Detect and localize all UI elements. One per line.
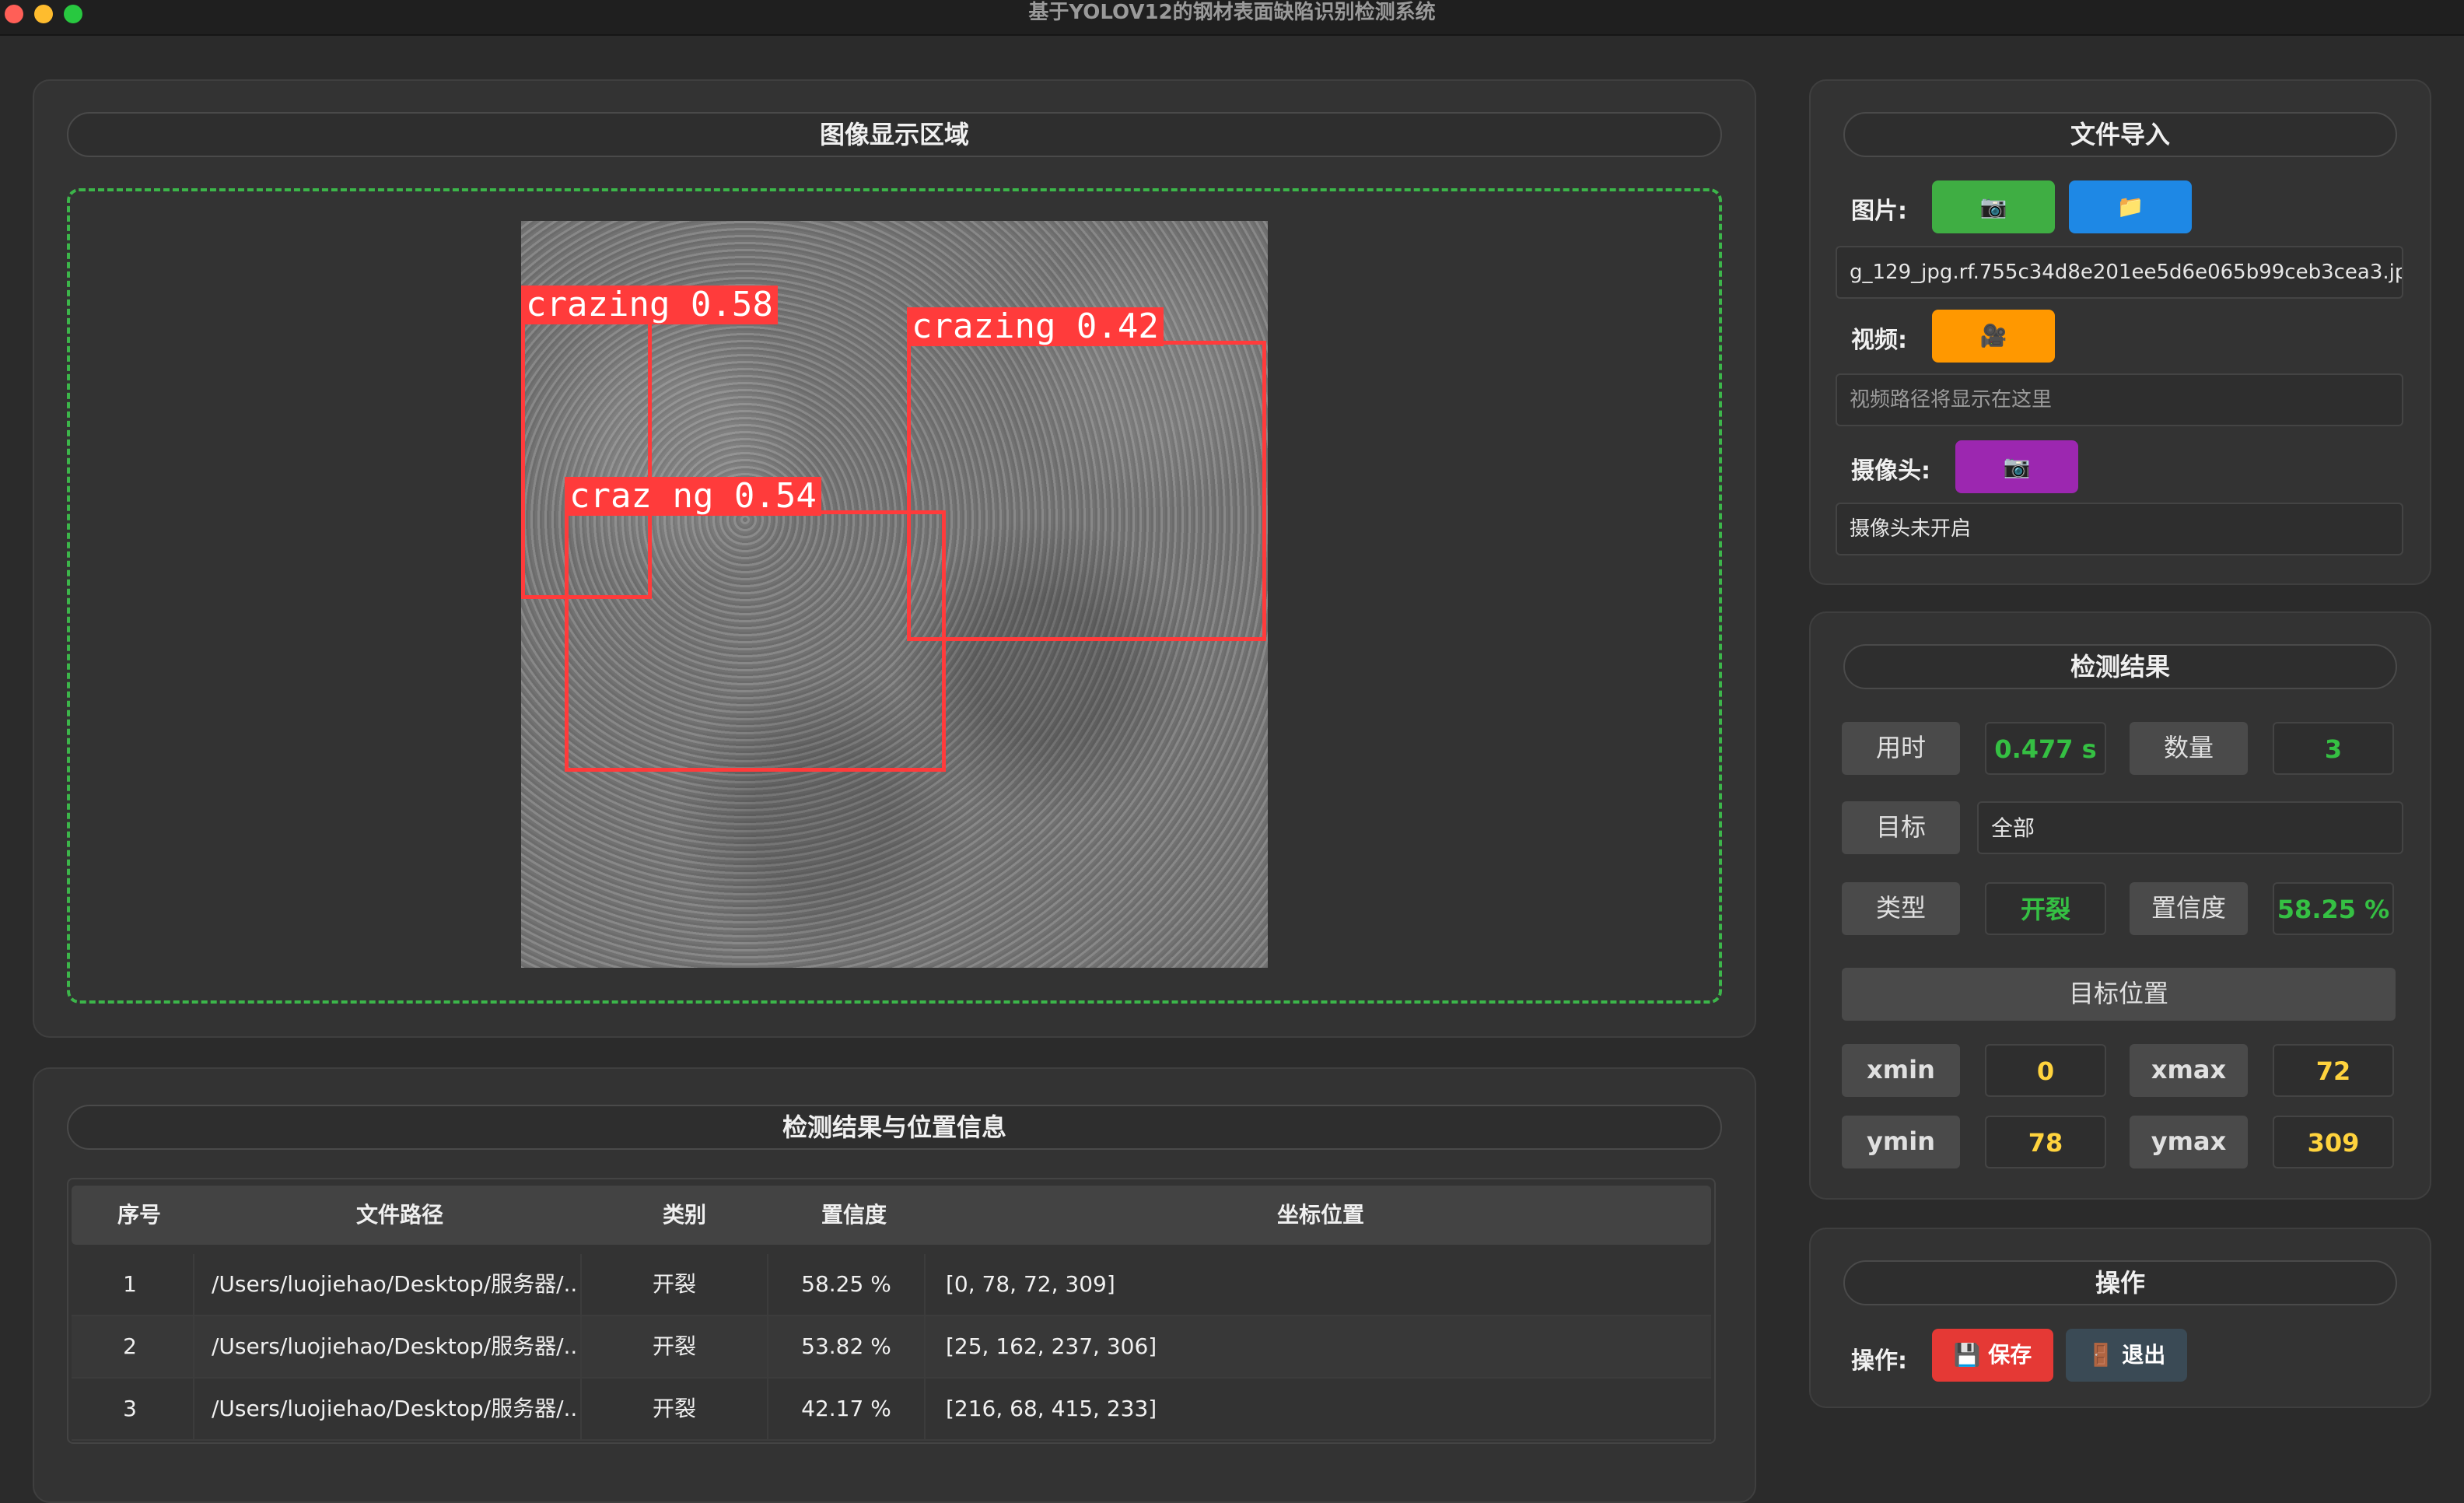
camera-button[interactable]: 📷 (1955, 440, 2078, 493)
cell-coords: [25, 162, 237, 306] (946, 1333, 1157, 1359)
confidence-value: 58.25 % (2273, 882, 2394, 935)
file-import-header: 文件导入 (1843, 112, 2397, 157)
cell-category: 开裂 (652, 1396, 696, 1421)
xmax-label: xmax (2130, 1044, 2248, 1097)
results-table: 序号 文件路径 类别 置信度 坐标位置 1 /Users/luojiehao/D… (67, 1178, 1716, 1444)
cell-coords: [0, 78, 72, 309] (946, 1271, 1115, 1297)
webcam-icon: 📷 (2003, 454, 2031, 479)
image-path-field[interactable]: g_129_jpg.rf.755c34d8e201ee5d6e065b99ceb… (1836, 246, 2403, 299)
column-header-confidence[interactable]: 置信度 (776, 1186, 932, 1245)
table-row[interactable]: 1 /Users/luojiehao/Desktop/服务器/... 开裂 58… (72, 1254, 1711, 1316)
results-header: 检测结果 (1843, 644, 2397, 689)
exit-button[interactable]: 🚪 退出 (2066, 1329, 2187, 1382)
xmin-value: 0 (1985, 1044, 2106, 1097)
time-value: 0.477 s (1985, 722, 2106, 775)
video-camera-icon: 🎥 (1979, 323, 2007, 349)
video-button[interactable]: 🎥 (1932, 310, 2055, 363)
image-label: 图片: (1851, 198, 1907, 225)
detection-box-label: crazing 0.42 (907, 307, 1164, 346)
target-select[interactable]: 全部 (1977, 801, 2403, 854)
column-header-coords[interactable]: 坐标位置 (932, 1186, 1710, 1245)
cell-index: 3 (123, 1396, 137, 1421)
cell-path: /Users/luojiehao/Desktop/服务器/... (212, 1271, 577, 1297)
camera-status-field: 摄像头未开启 (1836, 503, 2403, 555)
operations-label: 操作: (1851, 1347, 1907, 1375)
cell-path: /Users/luojiehao/Desktop/服务器/... (212, 1333, 577, 1359)
column-header-path[interactable]: 文件路径 (207, 1186, 593, 1245)
cell-confidence: 53.82 % (801, 1333, 891, 1359)
detection-box: craz ng 0.54 (565, 477, 946, 772)
cell-index: 1 (123, 1271, 137, 1297)
detection-box-label: craz ng 0.54 (565, 477, 821, 516)
video-path-field[interactable]: 视频路径将显示在这里 (1836, 373, 2403, 426)
table-header-row: 序号 文件路径 类别 置信度 坐标位置 (72, 1186, 1711, 1245)
type-value: 开裂 (1985, 882, 2106, 935)
type-label: 类型 (1842, 882, 1960, 935)
cell-index: 2 (123, 1333, 137, 1359)
cell-category: 开裂 (652, 1333, 696, 1359)
detection-box: crazing 0.42 (907, 307, 1266, 641)
table-row[interactable]: 3 /Users/luojiehao/Desktop/服务器/... 开裂 42… (72, 1379, 1711, 1441)
count-value: 3 (2273, 722, 2394, 775)
camera-icon: 📷 (1979, 194, 2007, 219)
xmin-label: xmin (1842, 1044, 1960, 1097)
time-label: 用时 (1842, 722, 1960, 775)
xmax-value: 72 (2273, 1044, 2394, 1097)
position-header: 目标位置 (1842, 968, 2396, 1021)
window-titlebar: 基于YOLOV12的钢材表面缺陷识别检测系统 (0, 0, 2464, 36)
ymin-label: ymin (1842, 1116, 1960, 1168)
camera-label: 摄像头: (1851, 457, 1930, 485)
table-panel-header: 检测结果与位置信息 (67, 1105, 1722, 1150)
confidence-label: 置信度 (2130, 882, 2248, 935)
cell-confidence: 42.17 % (801, 1396, 891, 1421)
image-panel-header: 图像显示区域 (67, 112, 1722, 157)
detection-box-label: crazing 0.58 (521, 286, 778, 324)
cell-confidence: 58.25 % (801, 1271, 891, 1297)
video-label: 视频: (1851, 327, 1907, 354)
column-header-index[interactable]: 序号 (72, 1186, 207, 1245)
cell-coords: [216, 68, 415, 233] (946, 1396, 1157, 1421)
ymax-value: 309 (2273, 1116, 2394, 1168)
table-row[interactable]: 2 /Users/luojiehao/Desktop/服务器/... 开裂 53… (72, 1316, 1711, 1379)
image-camera-button[interactable]: 📷 (1932, 180, 2055, 233)
save-button[interactable]: 💾 保存 (1932, 1329, 2053, 1382)
detection-image: crazing 0.58 craz ng 0.54 crazing 0.42 (521, 221, 1268, 968)
count-label: 数量 (2130, 722, 2248, 775)
operations-header: 操作 (1843, 1260, 2397, 1305)
cell-category: 开裂 (652, 1271, 696, 1297)
column-header-category[interactable]: 类别 (593, 1186, 776, 1245)
ymin-value: 78 (1985, 1116, 2106, 1168)
folder-icon: 📁 (2116, 194, 2144, 219)
window-title: 基于YOLOV12的钢材表面缺陷识别检测系统 (1028, 1, 1436, 24)
cell-path: /Users/luojiehao/Desktop/服务器/... (212, 1396, 577, 1421)
target-label: 目标 (1842, 801, 1960, 854)
ymax-label: ymax (2130, 1116, 2248, 1168)
image-folder-button[interactable]: 📁 (2069, 180, 2192, 233)
